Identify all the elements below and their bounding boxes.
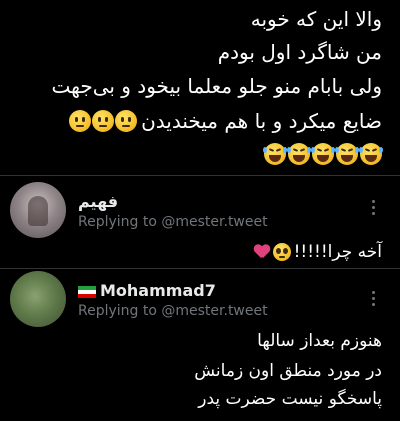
neutral-face-icon [115, 110, 138, 132]
reply-author-name-text: Mohammad7 [100, 281, 216, 300]
replying-to-label[interactable]: Replying to @mester.tweet [78, 214, 268, 230]
reply-text: آخه چرا!!!!! [252, 240, 382, 264]
iran-flag-icon [78, 285, 96, 298]
tweet-line-4: ضایع میکرد و با هم میخندیدن [69, 108, 382, 134]
laughing-tears-icon [311, 143, 335, 165]
reply-text-content: آخه چرا!!!!! [293, 242, 382, 262]
reply-text-line-1: هنوزم بعداز سالها [257, 331, 382, 351]
replying-to-label[interactable]: Replying to @mester.tweet [78, 303, 268, 319]
neutral-emoji-group [69, 110, 138, 132]
pleading-face-icon [272, 243, 291, 261]
tweet-line-1: والا این که خوبه [250, 7, 382, 31]
more-options-icon[interactable] [372, 200, 376, 215]
tweet-line-3: ولی بابام منو جلو معلما بیخود و بی‌جهت [51, 74, 382, 98]
laughing-tears-icon [263, 143, 287, 165]
neutral-face-icon [69, 110, 92, 132]
broken-heart-icon [254, 245, 270, 259]
reply-text-line-2: در مورد منطق اون زمانش [194, 361, 382, 381]
avatar[interactable] [10, 271, 66, 327]
reply-2[interactable]: Mohammad7 Replying to @mester.tweet هنوز… [0, 269, 400, 421]
more-options-icon[interactable] [372, 291, 376, 306]
laughing-tears-icon [359, 143, 383, 165]
reply-1[interactable]: فهیم Replying to @mester.tweet آخه چرا!!… [0, 176, 400, 266]
tweet-line-2: من شاگرد اول بودم [217, 40, 382, 64]
neutral-face-icon [92, 110, 115, 132]
avatar[interactable] [10, 182, 66, 238]
tweet-line-4-text: ضایع میکرد و با هم میخندیدن [141, 109, 382, 133]
reply-author-name[interactable]: Mohammad7 [78, 281, 216, 300]
laughing-tears-icon [335, 143, 359, 165]
reply-text-line-3: پاسخگو نیست حضرت پدر [198, 389, 382, 409]
laughing-tears-icon [287, 143, 311, 165]
reply-author-name[interactable]: فهیم [78, 192, 118, 211]
laughing-emoji-row [263, 143, 383, 165]
